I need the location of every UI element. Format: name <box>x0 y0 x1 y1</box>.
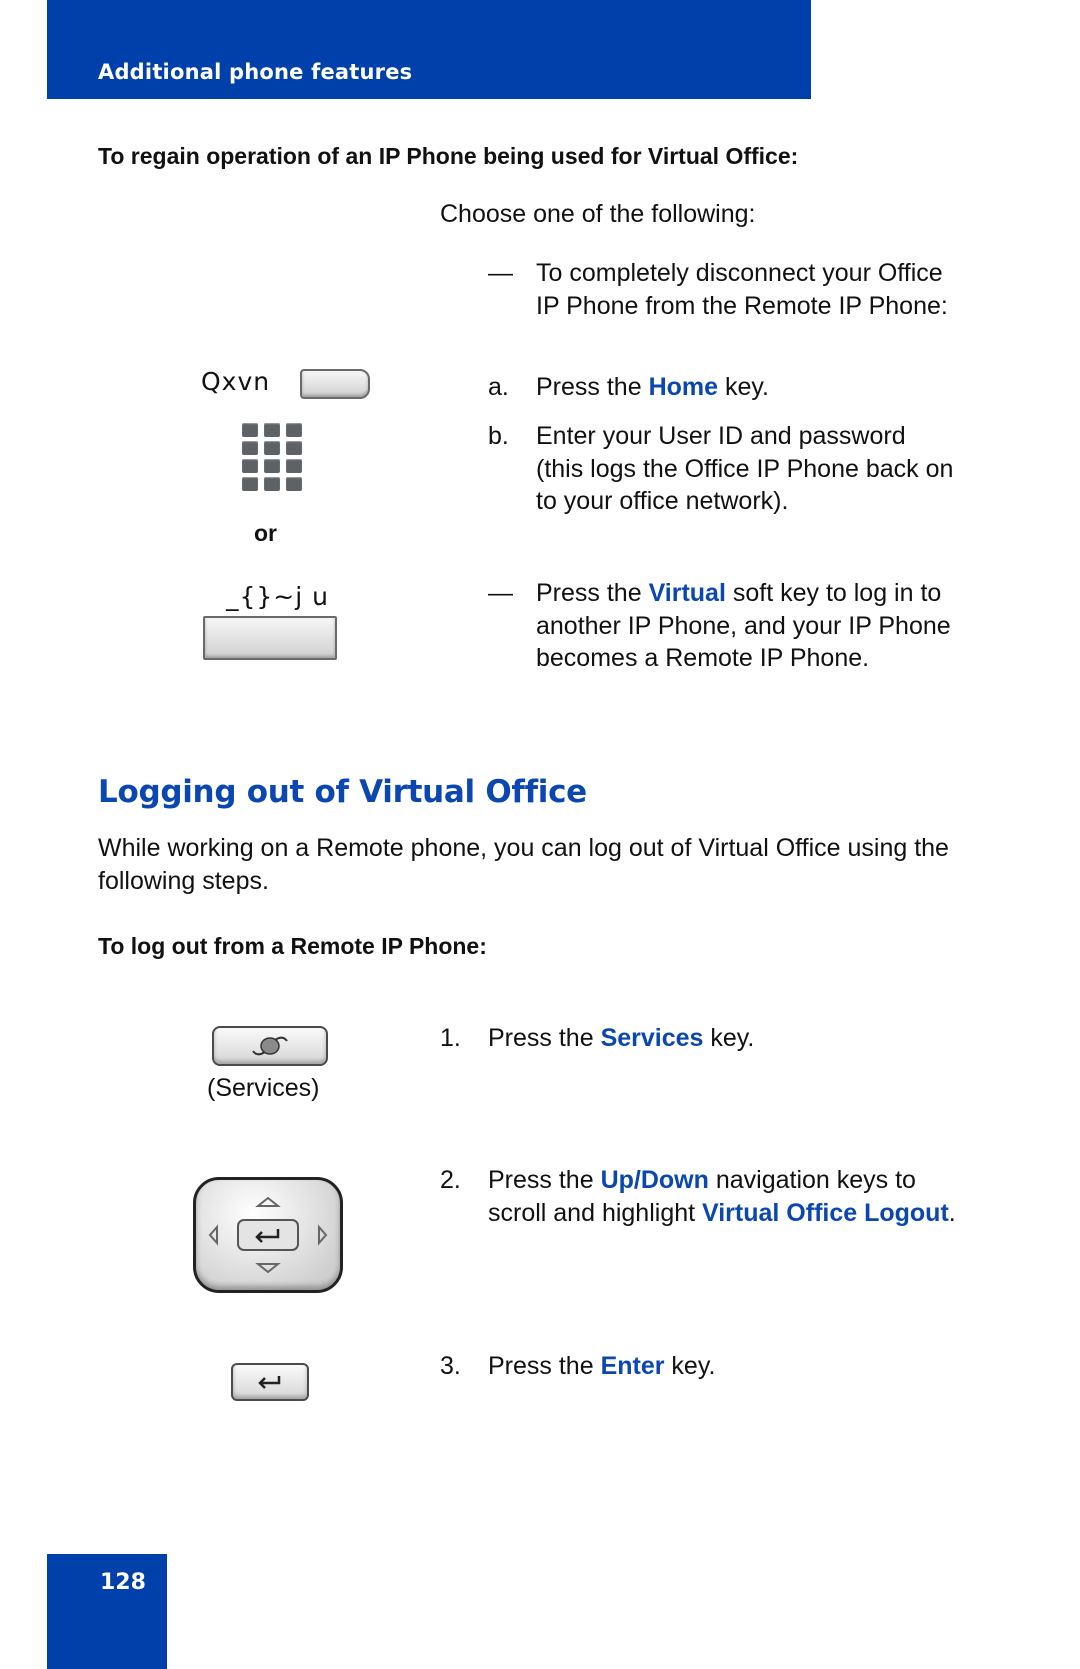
dialpad-key[interactable] <box>264 441 280 455</box>
step-number: 1. <box>440 1024 461 1052</box>
dialpad-key[interactable] <box>264 459 280 473</box>
dialpad-key[interactable] <box>286 441 302 455</box>
option-dash: — <box>488 579 513 607</box>
dialpad-key[interactable] <box>242 441 258 455</box>
dialpad-key[interactable] <box>286 477 302 491</box>
step-2-text: Press the Up/Down navigation keys to scr… <box>488 1164 958 1229</box>
step-a-text: Press the Home key. <box>536 371 769 404</box>
option-disconnect: — To completely disconnect your Office I… <box>488 257 968 322</box>
step-b: b. Enter your User ID and password (this… <box>488 420 968 518</box>
step-1-text: Press the Services key. <box>488 1022 754 1055</box>
dialpad-key[interactable] <box>286 423 302 437</box>
text: Press the <box>488 1352 601 1380</box>
services-caption: (Services) <box>207 1074 320 1102</box>
option-virtual: — Press the Virtual soft key to log in t… <box>488 577 968 675</box>
virtual-key-label: _{}~j u <box>226 582 329 611</box>
services-key-icon[interactable] <box>212 1026 328 1066</box>
logout-step-3: 3. Press the Enter key. <box>440 1350 715 1383</box>
dialpad-key[interactable] <box>242 423 258 437</box>
step-3-text: Press the Enter key. <box>488 1350 715 1383</box>
option-disconnect-text: To completely disconnect your Office IP … <box>536 259 948 320</box>
text: key. <box>664 1352 716 1380</box>
dialpad-key[interactable] <box>264 423 280 437</box>
services-key-ref: Services <box>600 1024 704 1052</box>
right-arrow-icon <box>318 1224 328 1246</box>
procedure-title-regain: To regain operation of an IP Phone being… <box>98 143 799 169</box>
step-marker: b. <box>488 422 509 450</box>
navigation-arrows-icon <box>208 1196 328 1274</box>
enter-center-key <box>237 1219 299 1251</box>
logout-step-1: 1. Press the Services key. <box>440 1022 754 1055</box>
step-a: a. Press the Home key. <box>488 371 769 404</box>
menu-item-ref: Virtual Office Logout <box>702 1198 949 1227</box>
text: Press the <box>488 1024 601 1052</box>
up-arrow-icon <box>255 1196 281 1207</box>
up-down-key-ref: Up/Down <box>600 1166 709 1194</box>
navigation-cluster-icon[interactable] <box>193 1177 343 1293</box>
procedure-title-logout: To log out from a Remote IP Phone: <box>98 933 487 959</box>
text: . <box>948 1198 956 1227</box>
dialpad-key[interactable] <box>242 459 258 473</box>
step-marker: a. <box>488 373 509 401</box>
logout-step-2: 2. Press the Up/Down navigation keys to … <box>440 1164 980 1229</box>
dialpad-key[interactable] <box>264 477 280 491</box>
down-arrow-icon <box>255 1263 281 1274</box>
home-key-icon[interactable] <box>300 369 370 399</box>
text: Press the <box>536 579 649 607</box>
virtual-softkey-icon[interactable] <box>203 616 337 660</box>
choose-intro: Choose one of the following: <box>440 200 756 228</box>
enter-arrow-icon <box>258 1376 281 1389</box>
option-virtual-text: Press the Virtual soft key to log in to … <box>536 577 968 675</box>
logout-intro: While working on a Remote phone, you can… <box>98 834 949 895</box>
text: key. <box>718 373 769 401</box>
step-b-text: Enter your User ID and password (this lo… <box>536 422 954 515</box>
step-number: 3. <box>440 1352 461 1380</box>
virtual-key-ref: Virtual <box>648 579 726 607</box>
option-dash: — <box>488 259 513 287</box>
home-key-ref: Home <box>648 373 719 401</box>
section-header-bar <box>47 0 811 99</box>
enter-key-ref: Enter <box>600 1352 665 1380</box>
left-arrow-icon <box>208 1224 218 1246</box>
text: Press the <box>536 373 649 401</box>
home-key-label: Qxvn <box>201 367 271 396</box>
section-heading-logout: Logging out of Virtual Office <box>98 774 587 810</box>
text: Press the <box>488 1166 601 1194</box>
text: key. <box>703 1024 755 1052</box>
dialpad-key[interactable] <box>242 477 258 491</box>
page-number: 128 <box>100 1570 146 1595</box>
dialpad-icon[interactable] <box>242 423 302 491</box>
or-label: or <box>254 520 277 546</box>
section-title: Additional phone features <box>98 60 413 84</box>
dialpad-key[interactable] <box>286 459 302 473</box>
enter-key-icon[interactable] <box>231 1363 309 1401</box>
services-glyph-icon <box>252 1036 288 1056</box>
step-number: 2. <box>440 1166 461 1194</box>
